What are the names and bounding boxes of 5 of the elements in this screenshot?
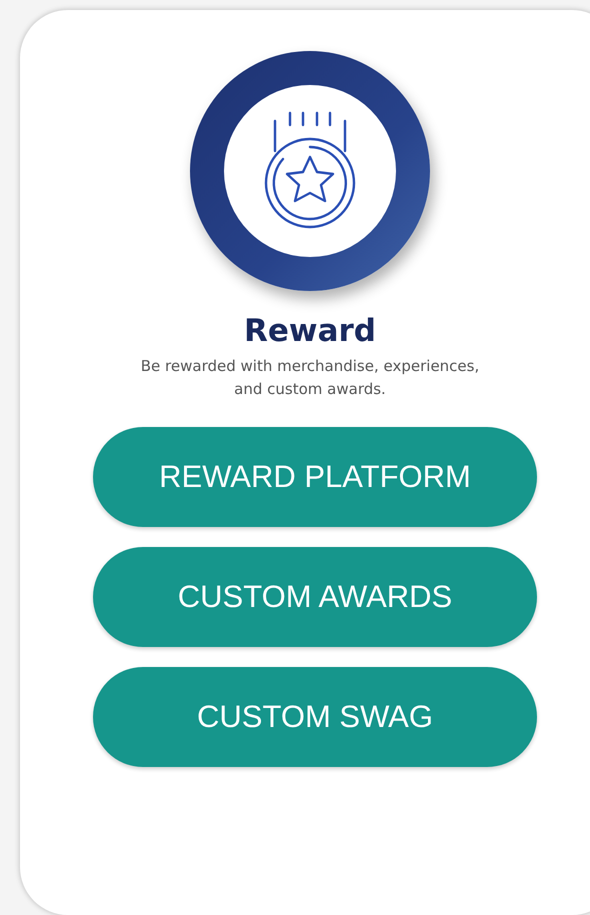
card-description: Be rewarded with merchandise, experiences, and custom awards.: [140, 356, 480, 400]
link-button[interactable]: CUSTOM SWAG: [93, 667, 537, 767]
link-button[interactable]: REWARD PLATFORM: [93, 427, 537, 527]
link-button[interactable]: CUSTOM AWARDS: [93, 547, 537, 647]
card-title: Reward: [243, 312, 377, 351]
